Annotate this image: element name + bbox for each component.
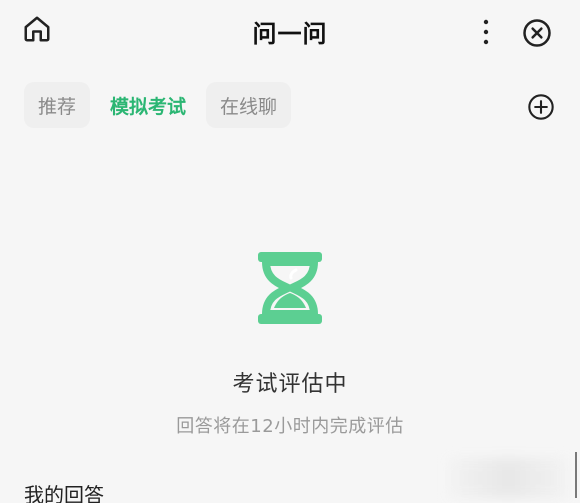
add-circle-icon (528, 94, 554, 120)
my-answer-heading: 我的回答 (24, 483, 104, 503)
tab-recommend[interactable]: 推荐 (24, 82, 91, 128)
more-options-button[interactable] (472, 14, 500, 50)
evaluation-status: 考试评估中 回答将在12小时内完成评估 (0, 250, 580, 438)
status-title: 考试评估中 (232, 372, 348, 397)
tab-online-chat[interactable]: 在线聊 (206, 82, 292, 128)
more-vertical-icon (483, 19, 489, 45)
blurred-region (448, 458, 568, 498)
hourglass-icon (258, 252, 322, 324)
tab-bar: 推荐 模拟考试 在线聊 (24, 82, 292, 128)
app-screen: 问一问 推荐 模拟考试 在线聊 考试评估中 回答将在12小时内完成评估 我的回答 (0, 0, 580, 503)
header-bar: 问一问 (0, 0, 580, 64)
tab-mock-exam[interactable]: 模拟考试 (96, 82, 200, 128)
add-tab-button[interactable] (526, 92, 556, 122)
edge-divider (575, 452, 577, 498)
close-button[interactable] (520, 16, 554, 50)
status-subtitle: 回答将在12小时内完成评估 (176, 416, 404, 437)
close-circle-icon (523, 19, 551, 47)
